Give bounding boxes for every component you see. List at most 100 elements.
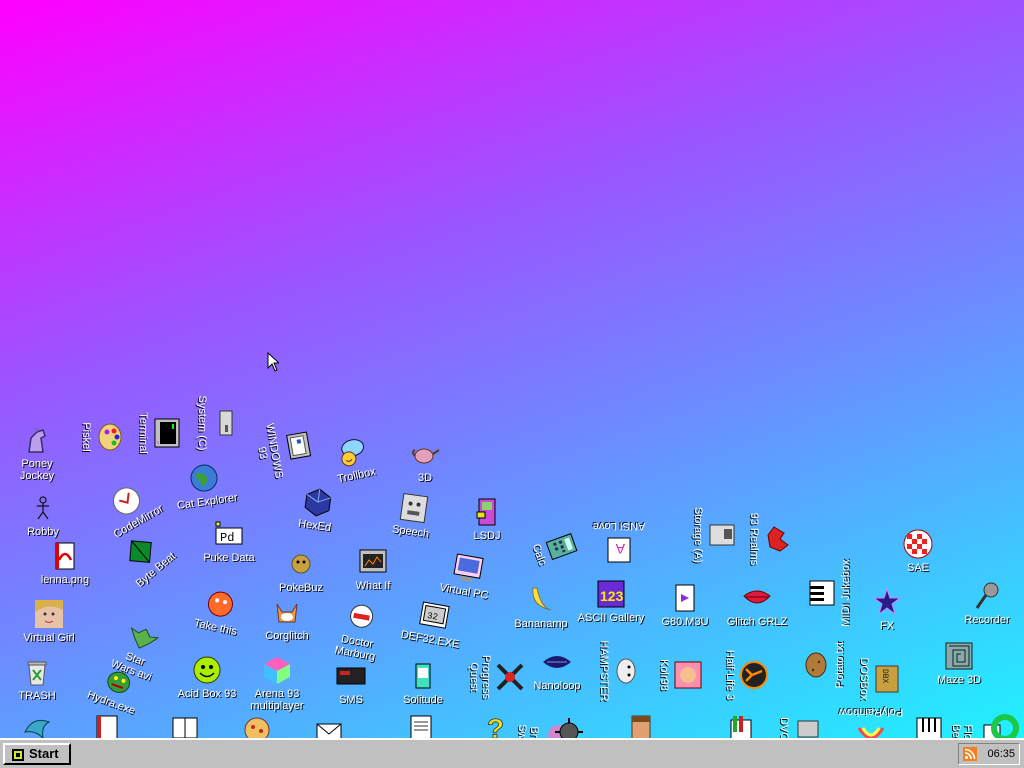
desktop-icon-storage-a[interactable]: Storage (A) [692,500,738,570]
desktop-icon-midi-jukebox[interactable]: MIDI Jukebox [806,558,852,628]
potato-icon [805,652,827,678]
svg-text:123: 123 [600,588,624,604]
ascii-gallery-icon: 123 [597,580,625,608]
desktop-icon-cat-explorer[interactable]: Cat Explorer [167,457,243,512]
desktop-icon-trash[interactable]: TRASH [2,656,72,702]
svg-text:DBX: DBX [880,669,889,684]
desktop-icon-terminal[interactable]: Terminal [137,398,183,468]
desktop-icon-pizza[interactable] [222,714,292,738]
amiga-ball-icon [903,529,933,559]
globe-cat-icon [190,464,218,492]
desktop-icon-sae[interactable]: SAE [883,528,953,574]
banana-icon [532,587,552,611]
maze-icon [945,642,973,670]
start-button[interactable]: Start [3,743,71,765]
desktop-icon-paint[interactable] [706,712,776,738]
book-icon [172,717,198,738]
desktop-icon-maze-3d[interactable]: Maze 3D [924,640,994,686]
pizza-icon [244,717,270,738]
half-life-icon [740,661,768,689]
solitude-icon [415,663,431,689]
desktop-icon-system-c[interactable]: System (C) [196,388,242,458]
desktop-icon-nanoloop[interactable]: Nanoloop [522,646,592,692]
desktop-icon-hampster[interactable]: HAMPSTER [598,636,644,706]
palette-icon [98,423,122,451]
desktop-icon-puke-data[interactable]: Pd Puke Data [194,518,264,564]
mouse-cursor-icon [267,352,279,372]
envelope-icon [316,723,342,738]
pony-icon [28,427,46,453]
desktop-icon-ring[interactable] [970,712,1024,738]
desktop-icon-take-this[interactable]: Take this [180,581,258,641]
hex-cube-icon [304,488,332,517]
desktop[interactable]: Poney Jockey Robby lenna.png Virtual Gir… [0,0,1024,738]
desktop-icon-fx[interactable]: FX [852,586,922,632]
desktop-icon-recorder[interactable]: Recorder [952,580,1022,626]
desktop-icon-robby[interactable]: Robby [8,492,78,538]
paint-icon [730,716,752,738]
desktop-icon-sms[interactable]: SMS [316,660,386,706]
desktop-icon-poney-jockey[interactable]: Poney Jockey [2,424,72,482]
rainbow-icon [857,727,885,738]
desktop-icon-keyboard[interactable] [894,714,964,738]
desktop-icon-ansi-love[interactable]: A ANSI Love [584,520,654,566]
desktop-icon-speech[interactable]: Speech [375,487,451,542]
trash-icon [27,661,47,686]
rss-icon[interactable] [963,747,977,761]
desktop-icon-93-realms[interactable]: 93 Realms [748,504,794,574]
ansi-icon: A [607,537,631,563]
desktop-icon-bananamp[interactable]: Bananamp [506,584,576,630]
desktop-icon-dosbox[interactable]: DBX DOSBox [858,644,904,714]
desktop-icon-dolphin[interactable] [2,712,72,738]
desktop-icon-kolr98[interactable]: Kolr98 [658,640,704,710]
desktop-icon-help[interactable]: ? [460,710,530,738]
desktop-icon-acid-box[interactable]: Acid Box 93 [172,654,242,700]
desktop-icon-doom-guy[interactable] [606,712,676,738]
whatif-icon [359,549,387,573]
lips-icon [743,590,771,604]
windows-icon [286,431,312,460]
desktop-icon-dvo[interactable]: DVO [778,694,824,738]
desktop-icon-ascii-gallery[interactable]: 123 ASCII Gallery [576,578,646,624]
desktop-icon-book-2[interactable] [150,712,220,738]
fx-icon [872,587,902,616]
microphone-icon [975,582,999,609]
chat-bubble-icon [341,439,365,467]
svg-text:A: A [615,541,625,557]
desktop-icon-def32[interactable]: 32 DEF32.EXE [395,594,472,651]
desktop-icon-half-life-3[interactable]: Half-Life 3 [724,640,770,710]
desktop-icon-what-if[interactable]: What If [338,546,408,592]
desktop-icon-trollbox[interactable]: Trollbox [314,429,392,489]
desktop-icon-virus[interactable] [534,716,604,738]
speech-face-icon [399,492,429,524]
desktop-icon-piskel[interactable]: Piskel [80,402,126,472]
start-logo-icon [12,749,24,761]
desktop-icon-virtual-pc[interactable]: Virtual PC [429,546,506,603]
desktop-icon-solitude[interactable]: Solitude [388,660,458,706]
desktop-icon-windows93[interactable]: WINDOWS 93 [250,409,319,488]
desktop-icon-3d[interactable]: 3D [390,438,460,484]
virtual-pc-icon [453,553,484,582]
dvo-icon [797,720,819,738]
desktop-icon-arena-93[interactable]: Arena 93 multiplayer [242,654,312,712]
gameboy-icon [476,498,496,526]
kolr-icon [674,661,702,689]
desktop-icon-book[interactable] [72,712,142,738]
desktop-icon-corglitch[interactable]: Corglitch [252,596,322,642]
clock[interactable]: 06:35 [987,744,1015,764]
desktop-icon-potato[interactable]: Potato.txt [800,630,846,700]
desktop-icon-g80-m3u[interactable]: G80.M3U [650,582,720,628]
desktop-icon-doctor-marburg[interactable]: Doctor Marburg [319,596,398,665]
teapot-icon [412,448,440,464]
desktop-icon-notepad[interactable] [386,712,456,738]
desktop-icon-lenna[interactable]: lenna.png [30,540,100,586]
pokebuz-icon [291,554,311,574]
desktop-icon-glitch-grlz[interactable]: Glitch GRLZ [722,582,792,628]
svg-text:32: 32 [426,611,438,623]
desktop-icon-envelope[interactable] [294,716,364,738]
desktop-icon-pokebuz[interactable]: PokeBuz [266,548,336,594]
svg-text:Pd: Pd [220,531,234,545]
desktop-icon-lsdj[interactable]: LSDJ [452,496,522,542]
desktop-icon-virtual-girl[interactable]: Virtual Girl [14,598,84,644]
desktop-icon-hexed[interactable]: HexEd [279,481,355,536]
